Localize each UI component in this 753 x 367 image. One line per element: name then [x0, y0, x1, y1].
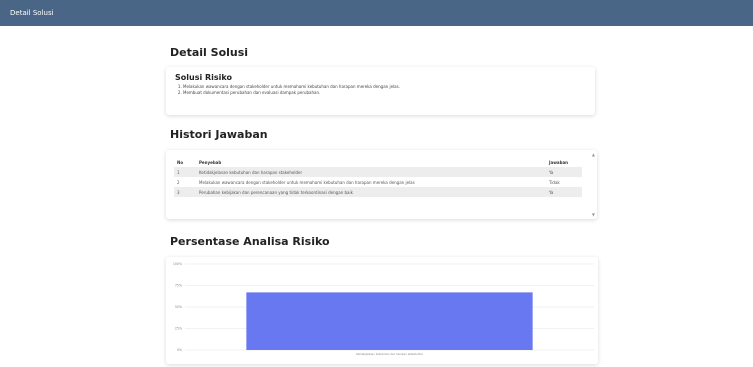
scroll-down-arrow-icon[interactable]: ▼	[592, 212, 595, 217]
table-row: 2 Melakukan wawancara dengan stakeholder…	[174, 177, 582, 187]
cell-penyebab: Ketidakjelasan kebutuhan dan harapan sta…	[196, 167, 546, 177]
cell-jawaban: Ya	[546, 167, 582, 177]
cell-penyebab: Perubahan kebijakan dan perencanaan yang…	[196, 187, 546, 197]
chart-card: 0% 25% 50% 75% 100% Ketidakjelasan kebutuhan …	[166, 257, 598, 364]
bar-chart: 0% 25% 50% 75% 100% Ketidakjelasan kebutuhan …	[173, 262, 594, 356]
solusi-list: Melakukan wawancara dengan stakeholder u…	[175, 84, 513, 96]
solusi-title: Solusi Risiko	[175, 73, 232, 82]
persentase-heading: Persentase Analisa Risiko	[170, 235, 330, 248]
scroll-up-arrow-icon[interactable]: ▲	[592, 152, 595, 157]
y-tick-label: 50%	[175, 305, 182, 309]
histori-heading: Histori Jawaban	[170, 128, 268, 141]
cell-jawaban: Ya	[546, 187, 582, 197]
column-header-penyebab: Penyebab	[199, 160, 222, 165]
cell-no: 1	[174, 167, 196, 177]
column-header-no: No	[177, 160, 184, 165]
page-title: Detail Solusi	[170, 46, 249, 59]
cell-penyebab: Melakukan wawancara dengan stakeholder u…	[199, 179, 415, 185]
solusi-card: Solusi Risiko Melakukan wawancara dengan…	[166, 67, 595, 115]
table-row: 3 Perubahan kebijakan dan perencanaan ya…	[174, 187, 582, 197]
cell-jawaban: Tidak	[549, 179, 560, 185]
solusi-item: Membuat dokumentasi perubahan dan evalua…	[183, 90, 513, 96]
cell-no: 2	[177, 179, 180, 185]
y-tick-label: 100%	[173, 262, 182, 266]
table-row: 1 Ketidakjelasan kebutuhan dan harapan s…	[174, 167, 582, 177]
x-tick-label: Ketidakjelasan kebutuhan dan harapan sta…	[356, 352, 424, 356]
persentase-title: Persentase Analisa Risiko	[170, 235, 330, 248]
histori-table: No Penyebab Jawaban 1 Ketidakjelasan keb…	[174, 158, 582, 197]
page-heading: Detail Solusi	[170, 46, 248, 59]
chart-bar	[246, 292, 533, 350]
histori-title: Histori Jawaban	[170, 128, 268, 141]
topbar-title: Detail Solusi	[10, 9, 54, 17]
y-tick-label: 75%	[175, 284, 182, 288]
histori-table-card[interactable]: No Penyebab Jawaban 1 Ketidakjelasan keb…	[166, 150, 597, 219]
y-tick-label: 25%	[175, 327, 182, 331]
y-tick-label: 0%	[177, 348, 182, 352]
cell-no: 3	[174, 187, 196, 197]
top-bar: Detail Solusi	[0, 0, 753, 26]
table-header-row: No Penyebab Jawaban	[174, 158, 582, 167]
column-header-jawaban: Jawaban	[549, 160, 568, 165]
